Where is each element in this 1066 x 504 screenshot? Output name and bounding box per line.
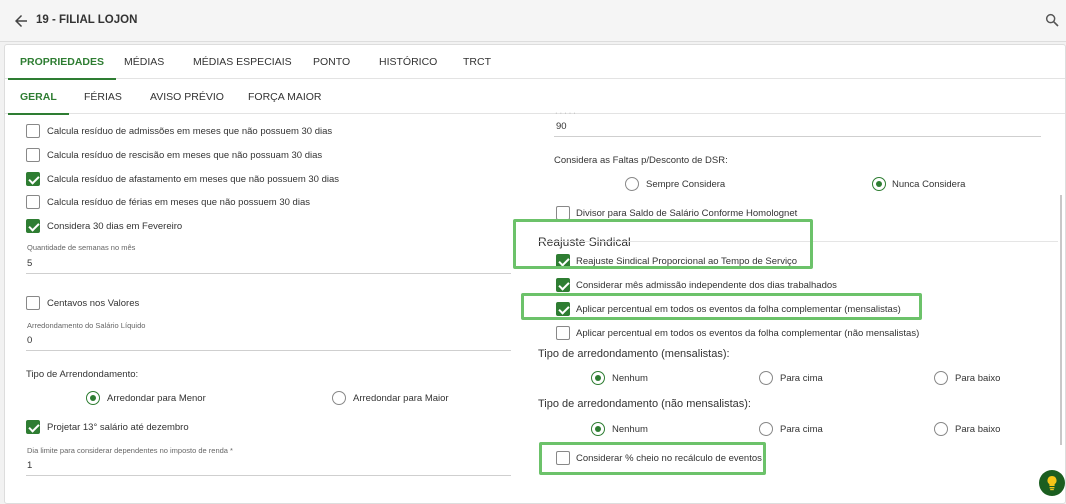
sub-tabs: GERAL FÉRIAS AVISO PRÉVIO FORÇA MAIOR bbox=[5, 80, 1065, 115]
projetar-13-salario-checkbox[interactable] bbox=[26, 420, 40, 434]
considerar-mes-admissao-checkbox[interactable] bbox=[556, 278, 570, 292]
lightbulb-icon bbox=[1047, 475, 1057, 491]
semanas-no-mes-input[interactable]: 5 bbox=[27, 258, 32, 269]
tab-forca-maior[interactable]: FORÇA MAIOR bbox=[248, 80, 322, 114]
calc-residuo-rescisao-checkbox[interactable] bbox=[26, 148, 40, 162]
nao-mensalistas-para-cima-radio[interactable] bbox=[759, 422, 773, 436]
calc-residuo-ferias-checkbox[interactable] bbox=[26, 195, 40, 209]
divisor-saldo-salario-label: Divisor para Saldo de Salário Conforme H… bbox=[576, 208, 798, 219]
percentual-nao-mensalistas-checkbox[interactable] bbox=[556, 326, 570, 340]
search-icon[interactable] bbox=[1044, 12, 1060, 28]
considera-faltas-dsr-label: Considera as Faltas p/Desconto de DSR: bbox=[554, 155, 728, 166]
nao-mensalistas-para-baixo-radio[interactable] bbox=[934, 422, 948, 436]
tab-historico[interactable]: HISTÓRICO bbox=[379, 45, 437, 79]
main-tabs: PROPRIEDADES MÉDIAS MÉDIAS ESPECIAIS PON… bbox=[5, 45, 1065, 80]
dia-limite-dependentes-underline bbox=[26, 475, 511, 476]
nao-mensalistas-nenhum-label: Nenhum bbox=[612, 424, 648, 435]
highlight-percentual-mensalistas bbox=[521, 293, 922, 320]
arredondamento-salario-liquido-caption: Arredondamento do Salário Líquido bbox=[27, 321, 146, 330]
percentual-nao-mensalistas-label: Aplicar percentual em todos os eventos d… bbox=[576, 328, 920, 339]
nunca-considera-label: Nunca Considera bbox=[892, 179, 966, 190]
nao-mensalistas-para-baixo-label: Para baixo bbox=[955, 424, 1001, 435]
arredondar-para-menor-label: Arredondar para Menor bbox=[107, 393, 206, 404]
sempre-considera-radio[interactable] bbox=[625, 177, 639, 191]
mensalistas-para-cima-label: Para cima bbox=[780, 373, 823, 384]
dia-limite-dependentes-caption: Dia limite para considerar dependentes n… bbox=[27, 446, 233, 455]
semanas-no-mes-caption: Quantidade de semanas no mês bbox=[27, 243, 136, 252]
tab-ponto[interactable]: PONTO bbox=[313, 45, 350, 79]
tab-geral[interactable]: GERAL bbox=[8, 80, 69, 115]
centavos-nos-valores-checkbox[interactable] bbox=[26, 296, 40, 310]
top-field-underline bbox=[554, 136, 1041, 137]
projetar-13-salario-label: Projetar 13° salário até dezembro bbox=[47, 422, 189, 433]
help-button[interactable] bbox=[1039, 470, 1065, 496]
tab-trct[interactable]: TRCT bbox=[463, 45, 491, 79]
page-title: 19 - FILIAL LOJON bbox=[36, 14, 138, 26]
calc-residuo-admissoes-label: Calcula resíduo de admissões em meses qu… bbox=[47, 126, 333, 137]
highlight-reajuste-sindical bbox=[513, 219, 813, 269]
tab-propriedades[interactable]: PROPRIEDADES bbox=[7, 45, 117, 80]
considerar-mes-admissao-label: Considerar mês admissão independente dos… bbox=[576, 280, 837, 291]
tab-aviso-previo[interactable]: AVISO PRÉVIO bbox=[150, 80, 224, 114]
sempre-considera-label: Sempre Considera bbox=[646, 179, 726, 190]
properties-card: PROPRIEDADES MÉDIAS MÉDIAS ESPECIAIS PON… bbox=[4, 44, 1066, 504]
tab-medias[interactable]: MÉDIAS bbox=[124, 45, 164, 79]
mensalistas-nenhum-radio[interactable] bbox=[591, 371, 605, 385]
mensalistas-para-baixo-label: Para baixo bbox=[955, 373, 1001, 384]
dia-limite-dependentes-input[interactable]: 1 bbox=[27, 460, 32, 471]
highlight-percentual-cheio bbox=[539, 442, 766, 475]
tab-medias-especiais[interactable]: MÉDIAS ESPECIAIS bbox=[193, 45, 292, 79]
divisor-saldo-salario-checkbox[interactable] bbox=[556, 206, 570, 220]
calc-residuo-admissoes-checkbox[interactable] bbox=[26, 124, 40, 138]
arredondar-para-maior-label: Arredondar para Maior bbox=[353, 393, 449, 404]
considera-30-dias-fevereiro-checkbox[interactable] bbox=[26, 219, 40, 233]
calc-residuo-afastamento-label: Calcula resíduo de afastamento em meses … bbox=[47, 174, 340, 185]
centavos-nos-valores-label: Centavos nos Valores bbox=[47, 298, 140, 309]
mensalistas-para-cima-radio[interactable] bbox=[759, 371, 773, 385]
partial-field-caption: · · · · · bbox=[555, 108, 576, 117]
nao-mensalistas-para-cima-label: Para cima bbox=[780, 424, 823, 435]
arredondamento-salario-liquido-input[interactable]: 0 bbox=[27, 335, 32, 346]
top-bar: 19 - FILIAL LOJON bbox=[0, 0, 1066, 42]
tipo-arred-mensalistas-heading: Tipo de arredondamento (mensalistas): bbox=[538, 348, 730, 360]
nunca-considera-radio[interactable] bbox=[872, 177, 886, 191]
mensalistas-nenhum-label: Nenhum bbox=[612, 373, 648, 384]
semanas-no-mes-underline bbox=[26, 273, 511, 274]
tab-ferias[interactable]: FÉRIAS bbox=[84, 80, 122, 114]
top-field-input[interactable]: 90 bbox=[556, 121, 567, 132]
tipo-arrendondamento-label: Tipo de Arrendondamento: bbox=[26, 369, 139, 380]
considera-30-dias-fevereiro-label: Considera 30 dias em Fevereiro bbox=[47, 221, 183, 232]
nao-mensalistas-nenhum-radio[interactable] bbox=[591, 422, 605, 436]
arredondamento-salario-liquido-underline bbox=[26, 350, 511, 351]
calc-residuo-afastamento-checkbox[interactable] bbox=[26, 172, 40, 186]
calc-residuo-ferias-label: Calcula resíduo de férias em meses que n… bbox=[47, 197, 310, 208]
tipo-arred-nao-mensalistas-heading: Tipo de arredondamento (não mensalistas)… bbox=[538, 398, 751, 410]
arredondar-para-menor-radio[interactable] bbox=[86, 391, 100, 405]
arredondar-para-maior-radio[interactable] bbox=[332, 391, 346, 405]
mensalistas-para-baixo-radio[interactable] bbox=[934, 371, 948, 385]
calc-residuo-rescisao-label: Calcula resíduo de rescisão em meses que… bbox=[47, 150, 323, 161]
arrow-left-icon[interactable] bbox=[12, 12, 30, 30]
scrollbar[interactable] bbox=[1060, 195, 1062, 445]
